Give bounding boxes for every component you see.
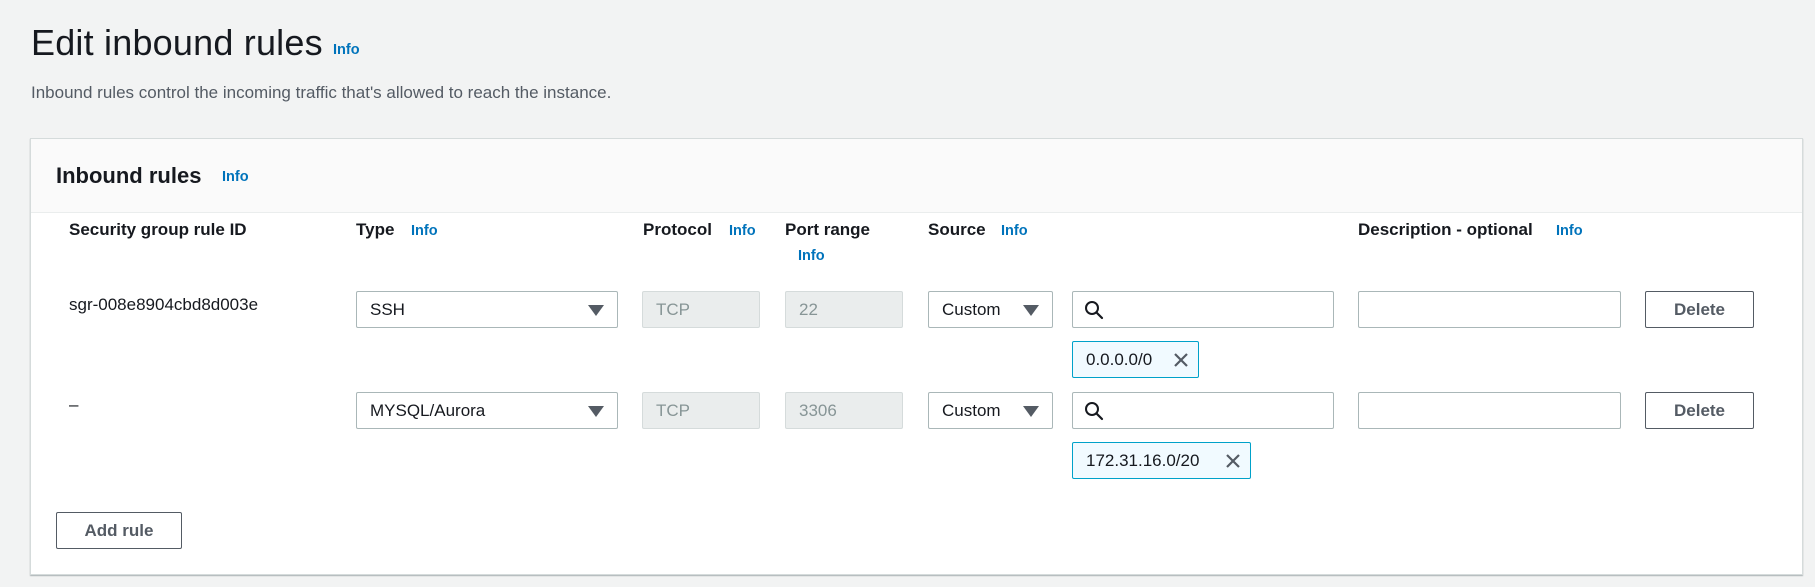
panel-title-info-link[interactable]: Info	[222, 169, 249, 185]
port-range-field: 3306	[785, 392, 903, 429]
description-input[interactable]	[1358, 392, 1621, 429]
source-search-input[interactable]	[1111, 393, 1331, 428]
type-select-value: MYSQL/Aurora	[370, 401, 486, 420]
source-token-label: 172.31.16.0/20	[1086, 451, 1200, 470]
col-header-protocol: Protocol	[643, 220, 712, 239]
type-select[interactable]: SSH	[356, 291, 618, 328]
col-header-port-range-info-link[interactable]: Info	[798, 248, 825, 264]
rule-id-cell: sgr-008e8904cbd8d003e	[69, 295, 259, 314]
col-header-type: Type	[356, 220, 395, 239]
type-select[interactable]: MYSQL/Aurora	[356, 392, 618, 429]
source-type-value: Custom	[942, 300, 1001, 319]
close-icon[interactable]	[1224, 452, 1242, 470]
rule-id-cell: –	[69, 395, 79, 414]
protocol-field: TCP	[642, 291, 760, 328]
caret-down-icon	[1023, 406, 1039, 417]
page-description: Inbound rules control the incoming traff…	[31, 83, 612, 102]
col-header-description: Description - optional	[1358, 220, 1533, 239]
col-header-description-info-link[interactable]: Info	[1556, 223, 1583, 239]
page-title: Edit inbound rules	[31, 22, 323, 63]
delete-rule-button[interactable]: Delete	[1645, 392, 1754, 429]
protocol-field: TCP	[642, 392, 760, 429]
caret-down-icon	[588, 406, 604, 417]
source-token: 172.31.16.0/20	[1072, 442, 1251, 479]
col-header-source-info-link[interactable]: Info	[1001, 223, 1028, 239]
panel-title: Inbound rules	[56, 163, 202, 188]
col-header-port-range: Port range	[785, 220, 871, 239]
col-header-type-info-link[interactable]: Info	[411, 223, 438, 239]
inbound-rules-panel: Inbound rules Info Security group rule I…	[30, 138, 1803, 575]
col-header-protocol-info-link[interactable]: Info	[729, 223, 756, 239]
caret-down-icon	[1023, 305, 1039, 316]
source-type-value: Custom	[942, 401, 1001, 420]
col-header-rule-id: Security group rule ID	[69, 220, 247, 239]
source-search-field[interactable]	[1072, 392, 1334, 429]
source-token: 0.0.0.0/0	[1072, 341, 1199, 378]
delete-rule-button[interactable]: Delete	[1645, 291, 1754, 328]
page-title-info-link[interactable]: Info	[333, 42, 360, 58]
caret-down-icon	[588, 305, 604, 316]
panel-header: Inbound rules Info	[31, 139, 1802, 213]
source-type-select[interactable]: Custom	[928, 291, 1053, 328]
add-rule-button[interactable]: Add rule	[56, 512, 182, 549]
type-select-value: SSH	[370, 300, 405, 319]
search-icon	[1085, 402, 1104, 421]
source-token-label: 0.0.0.0/0	[1086, 350, 1153, 369]
source-type-select[interactable]: Custom	[928, 392, 1053, 429]
description-input[interactable]	[1358, 291, 1621, 328]
col-header-source: Source	[928, 220, 986, 239]
close-icon[interactable]	[1172, 351, 1190, 369]
port-range-field: 22	[785, 291, 903, 328]
source-search-field[interactable]	[1072, 291, 1334, 328]
source-search-input[interactable]	[1111, 292, 1331, 327]
search-icon	[1085, 301, 1104, 320]
